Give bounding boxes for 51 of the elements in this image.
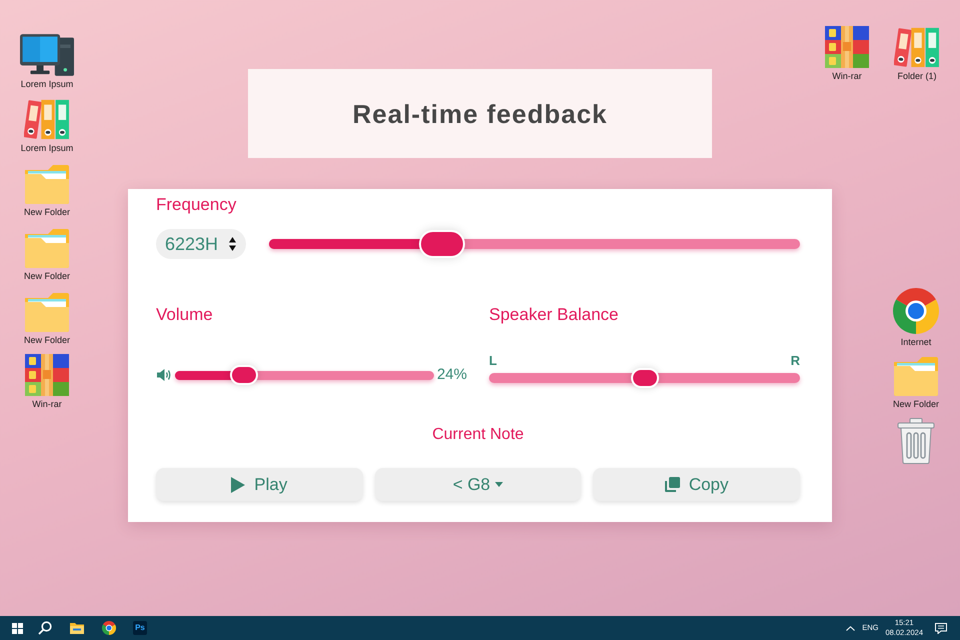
desktop-shortcut[interactable]: Lorem Ipsum	[15, 98, 79, 154]
speaker-icon	[156, 368, 172, 382]
desktop-shortcut[interactable]: Lorem Ipsum	[15, 34, 79, 90]
folder-icon	[24, 292, 70, 332]
binders-icon	[894, 26, 940, 68]
desktop-shortcut[interactable]: Internet	[884, 288, 948, 348]
caret-down-icon	[495, 482, 504, 487]
desktop-shortcut[interactable]: New Folder	[884, 356, 948, 410]
play-icon	[231, 476, 246, 492]
play-button[interactable]: Play	[156, 468, 363, 501]
binders-icon	[24, 98, 70, 140]
start-icon[interactable]	[12, 622, 23, 634]
frequency-label: Frequency	[156, 195, 236, 215]
notification-icon[interactable]	[935, 622, 947, 634]
slider-thumb[interactable]	[419, 230, 466, 258]
search-icon[interactable]	[38, 621, 52, 635]
browser-icon[interactable]	[102, 621, 116, 635]
balance-right-label: R	[790, 354, 800, 368]
volume-reading: 24%	[436, 366, 467, 384]
desktop-shortcut[interactable]: Win-rar	[15, 354, 79, 410]
trash-icon[interactable]	[897, 418, 935, 464]
app-logo[interactable]: Ps	[133, 621, 147, 635]
folder-icon	[24, 228, 70, 268]
desktop-shortcut[interactable]: New Folder	[15, 292, 79, 346]
spinner-arrows-icon[interactable]	[229, 236, 236, 252]
folder-icon	[893, 356, 939, 396]
desktop-shortcut[interactable]: Folder (1)	[885, 26, 949, 82]
desktop-shortcut[interactable]: Win-rar	[815, 26, 879, 82]
note-dropdown[interactable]: < G8	[374, 468, 582, 501]
balance-slider[interactable]	[489, 368, 800, 388]
copy-icon	[664, 477, 680, 492]
header-title: Real-time feedback	[352, 98, 608, 130]
balance-label: Speaker Balance	[489, 305, 618, 325]
slider-thumb[interactable]	[230, 365, 258, 385]
balance-left-label: L	[489, 354, 497, 368]
frequency-input[interactable]: 6223H	[156, 229, 246, 259]
volume-label: Volume	[156, 305, 213, 325]
computer-icon	[20, 34, 74, 76]
volume-slider[interactable]	[175, 365, 434, 385]
browser-icon	[893, 288, 939, 334]
archive-icon	[825, 26, 869, 68]
chevron-up-icon[interactable]	[846, 626, 856, 630]
frequency-slider[interactable]	[269, 230, 800, 258]
folder-icon	[24, 164, 70, 204]
folder-icon[interactable]	[70, 622, 84, 634]
note-label: Current Note	[432, 425, 524, 445]
archive-icon	[25, 354, 69, 396]
desktop-shortcut[interactable]: New Folder	[15, 164, 79, 218]
desktop-shortcut[interactable]: New Folder	[15, 228, 79, 282]
copy-button[interactable]: Copy	[593, 468, 800, 501]
slider-thumb[interactable]	[630, 368, 658, 388]
